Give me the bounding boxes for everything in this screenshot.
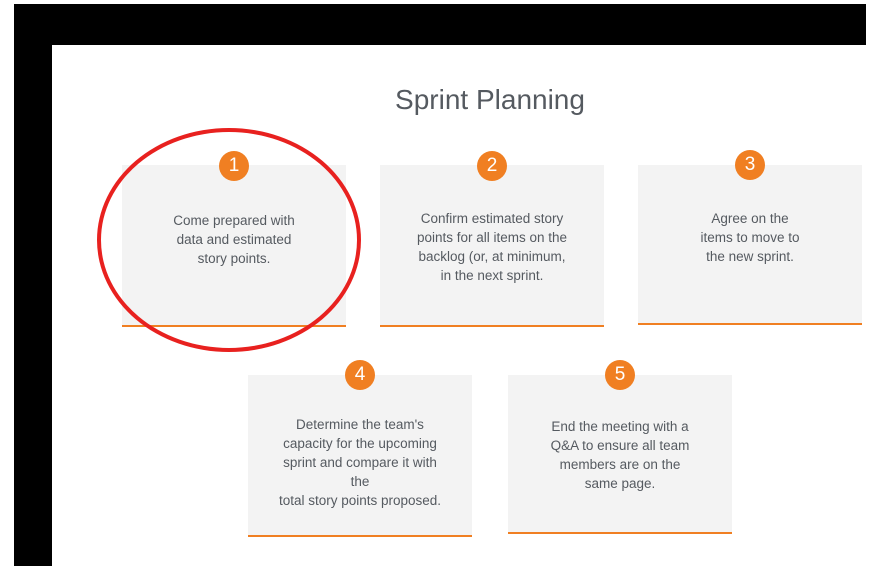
step-number-badge: 2 bbox=[477, 151, 507, 181]
step-text: Agree on the items to move to the new sp… bbox=[700, 211, 800, 264]
step-text: Determine the team's capacity for the up… bbox=[278, 417, 442, 508]
step-card-5: End the meeting with a Q&A to ensure all… bbox=[508, 375, 732, 534]
step-card-3: Agree on the items to move to the new sp… bbox=[638, 165, 862, 325]
step-number-badge: 4 bbox=[345, 360, 375, 390]
step-number-badge: 1 bbox=[219, 151, 249, 181]
black-frame-top bbox=[14, 4, 866, 45]
step-text: Confirm estimated story points for all i… bbox=[416, 211, 568, 283]
step-text: End the meeting with a Q&A to ensure all… bbox=[550, 419, 690, 491]
step-card-1: Come prepared with data and estimated st… bbox=[122, 165, 346, 327]
step-number-badge: 5 bbox=[605, 360, 635, 390]
page-title: Sprint Planning bbox=[395, 84, 585, 115]
black-frame-left bbox=[14, 4, 52, 566]
step-card-2: Confirm estimated story points for all i… bbox=[380, 165, 604, 327]
step-text: Come prepared with data and estimated st… bbox=[173, 213, 295, 266]
step-card-4: Determine the team's capacity for the up… bbox=[248, 375, 472, 537]
step-number-badge: 3 bbox=[735, 150, 765, 180]
